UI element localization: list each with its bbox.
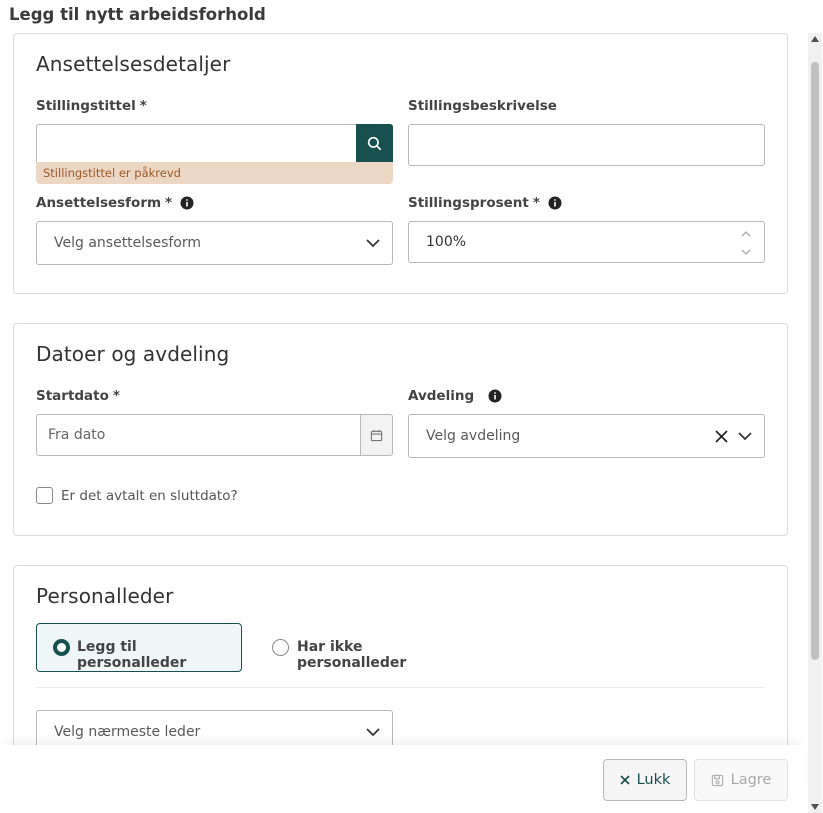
position-percent-input[interactable]: 100% — [408, 221, 765, 263]
scroll-up-icon[interactable] — [811, 36, 819, 42]
job-description-label-text: Stillingsbeskrivelse — [408, 98, 557, 114]
employment-type-label-text: Ansettelsesform — [36, 195, 162, 211]
department-placeholder: Velg avdeling — [426, 428, 521, 444]
employment-type-placeholder: Velg ansettelsesform — [54, 235, 202, 251]
section-title: Datoer og avdeling — [36, 342, 230, 366]
radio-no-manager[interactable]: Har ikke personalleder — [272, 638, 462, 671]
radio-add-manager-label: Legg til personalleder — [77, 639, 187, 671]
number-spinner-icon[interactable] — [740, 227, 752, 259]
start-date-label: Startdato * — [36, 388, 120, 404]
close-button[interactable]: Lukk — [603, 759, 687, 801]
required-marker: * — [165, 195, 173, 211]
dates-department-card: Datoer og avdeling Startdato * Fra dato A… — [13, 323, 788, 536]
close-button-label: Lukk — [636, 772, 671, 788]
employment-details-card: Ansettelsesdetaljer Stillingstittel * Sti… — [13, 33, 788, 294]
start-date-label-text: Startdato — [36, 388, 109, 404]
department-label: Avdeling — [408, 388, 502, 404]
clear-icon[interactable] — [715, 430, 728, 443]
section-title: Ansettelsesdetaljer — [36, 52, 231, 76]
manager-placeholder: Velg nærmeste leder — [54, 724, 201, 740]
save-icon — [711, 774, 723, 786]
info-icon[interactable] — [548, 196, 562, 210]
job-title-label: Stillingstittel * — [36, 98, 147, 114]
scrollbar-thumb[interactable] — [811, 62, 819, 660]
info-icon[interactable] — [180, 196, 194, 210]
end-date-checkbox-label[interactable]: Er det avtalt en sluttdato? — [61, 488, 238, 504]
chevron-down-icon — [738, 432, 752, 441]
radio-unselected-icon — [272, 639, 289, 656]
modal-title: Legg til nytt arbeidsforhold — [9, 5, 266, 24]
save-button[interactable]: Lagre — [694, 759, 788, 801]
radio-no-manager-label: Har ikke personalleder — [297, 639, 407, 671]
position-percent-label: Stillingsprosent * — [408, 195, 562, 211]
chevron-down-icon — [366, 239, 380, 248]
calendar-button[interactable] — [360, 415, 392, 455]
employment-type-label: Ansettelsesform * — [36, 195, 194, 211]
close-icon — [620, 775, 630, 785]
job-title-error: Stillingstittel er påkrevd — [36, 162, 393, 184]
save-button-label: Lagre — [730, 772, 772, 788]
start-date-placeholder: Fra dato — [48, 427, 106, 443]
required-marker: * — [112, 388, 120, 404]
divider — [36, 687, 765, 688]
job-title-label-text: Stillingstittel — [36, 98, 136, 114]
calendar-icon — [370, 429, 383, 441]
job-title-search-button[interactable] — [356, 124, 393, 163]
position-percent-value: 100% — [426, 234, 467, 250]
required-marker: * — [532, 195, 540, 211]
job-description-label: Stillingsbeskrivelse — [408, 98, 557, 114]
chevron-down-icon — [366, 728, 380, 737]
job-title-input[interactable] — [36, 124, 393, 163]
form-scroll-area[interactable]: Ansettelsesdetaljer Stillingstittel * Sti… — [0, 33, 806, 745]
employment-type-select[interactable]: Velg ansettelsesform — [36, 221, 393, 265]
department-select[interactable]: Velg avdeling — [408, 414, 765, 458]
job-description-input[interactable] — [408, 124, 765, 166]
start-date-input[interactable]: Fra dato — [36, 414, 393, 456]
department-label-text: Avdeling — [408, 388, 475, 404]
info-icon[interactable] — [488, 389, 502, 403]
modal-footer: Lukk Lagre — [0, 745, 806, 813]
end-date-checkbox[interactable] — [36, 487, 53, 504]
required-marker: * — [139, 98, 147, 114]
radio-add-manager[interactable]: Legg til personalleder — [36, 623, 242, 672]
radio-selected-icon — [53, 639, 70, 656]
position-percent-label-text: Stillingsprosent — [408, 195, 529, 211]
section-title: Personalleder — [36, 584, 174, 608]
scroll-down-icon[interactable] — [811, 804, 819, 810]
personnel-manager-card: Personalleder Legg til personalleder Har… — [13, 565, 788, 745]
manager-select[interactable]: Velg nærmeste leder — [36, 710, 393, 745]
search-icon — [367, 136, 382, 151]
